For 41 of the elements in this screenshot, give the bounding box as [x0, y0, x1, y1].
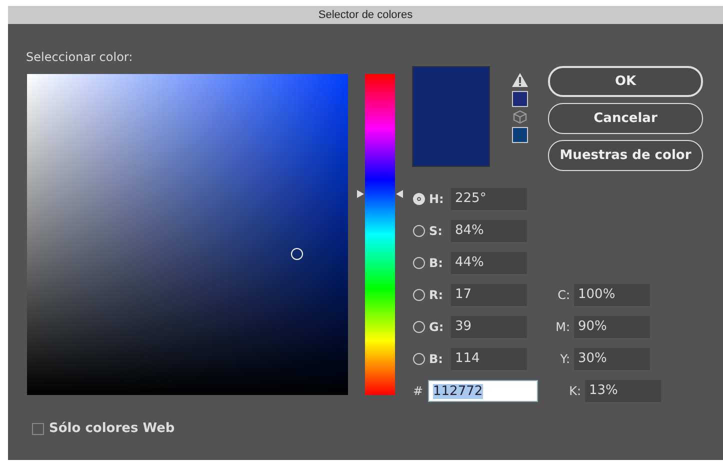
cube-icon [513, 110, 527, 124]
input-field[interactable]: 17 [451, 284, 527, 306]
field-label: Y: [559, 352, 570, 366]
warning-icon [511, 72, 529, 88]
input-field[interactable]: 114 [451, 348, 527, 370]
input-field[interactable]: 225° [451, 188, 527, 210]
radio-button[interactable] [413, 321, 425, 333]
radio-button[interactable] [413, 193, 425, 205]
input-field[interactable]: 13% [585, 380, 661, 402]
radio-button[interactable] [413, 353, 425, 365]
input-field[interactable]: 90% [574, 316, 650, 338]
input-field[interactable]: 84% [451, 220, 527, 242]
field-label: K: [568, 384, 581, 398]
prompt-label: Seleccionar color: [26, 50, 133, 64]
field-label: S: [429, 224, 444, 238]
radio-button[interactable] [413, 257, 425, 269]
color-field[interactable] [27, 74, 348, 395]
dialog-button[interactable]: Muestras de color [548, 140, 703, 171]
gamut-swatch[interactable] [512, 91, 528, 107]
window-title: Selector de colores [8, 6, 723, 24]
radio-button[interactable] [413, 225, 425, 237]
checkbox[interactable] [32, 422, 44, 434]
field-label: B: [429, 352, 444, 366]
field-label: M: [554, 320, 570, 334]
input-field[interactable]: 30% [574, 348, 650, 370]
field-label: R: [429, 288, 444, 302]
field-label: # [413, 384, 424, 398]
input-field[interactable]: 44% [451, 252, 527, 274]
input-field[interactable]: 39 [451, 316, 527, 338]
field-label: H: [429, 192, 445, 206]
checkbox-label: Sólo colores Web [49, 421, 175, 436]
radio-button[interactable] [413, 289, 425, 301]
picker-marker[interactable] [290, 248, 303, 260]
field-label: G: [429, 320, 445, 334]
input-field[interactable]: 100% [574, 284, 650, 306]
gamut-swatch[interactable] [512, 127, 528, 143]
dialog-button[interactable]: Cancelar [548, 103, 703, 134]
field-label: C: [556, 288, 570, 302]
field-label: B: [429, 256, 444, 270]
ok-button[interactable]: OK [548, 66, 703, 97]
hex-input-field[interactable]: 112772 [428, 380, 538, 402]
